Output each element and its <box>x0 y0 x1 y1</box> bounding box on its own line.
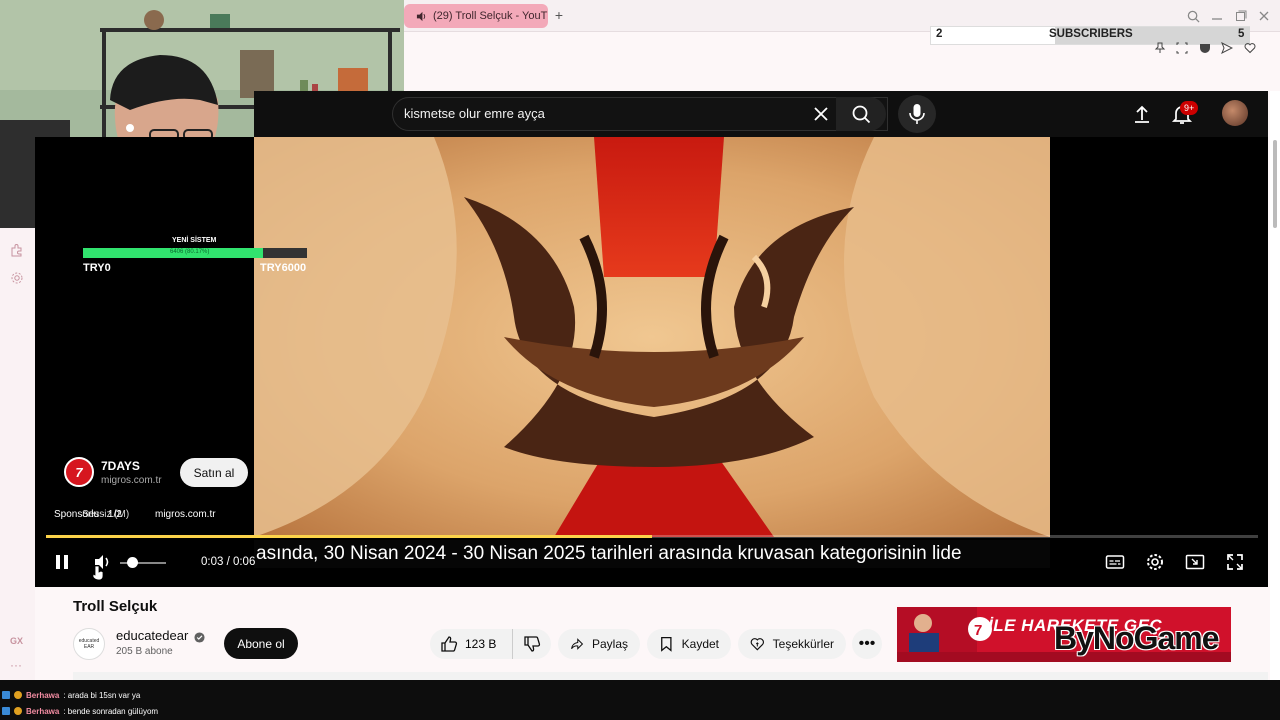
video-progress-fill <box>46 535 652 538</box>
close-window-icon[interactable] <box>1256 8 1272 24</box>
badge-icon <box>2 691 10 699</box>
like-count: 123 B <box>465 637 497 651</box>
browser-sidebar <box>0 228 35 686</box>
subscriber-goal-label: SUBSCRIBERS <box>1049 28 1133 40</box>
channel-name[interactable]: educatedear <box>116 628 188 643</box>
pause-button[interactable] <box>52 552 72 572</box>
pin-icon[interactable] <box>1153 41 1167 55</box>
heart-icon[interactable] <box>1243 41 1257 55</box>
browser-tab[interactable]: (29) Troll Selçuk - YouT <box>404 4 548 28</box>
croissant-ad-visual <box>254 137 1050 537</box>
badge-icon <box>2 707 10 715</box>
video-time: 0:03 / 0:06 <box>201 556 256 568</box>
ad-brand-logo[interactable]: 7 <box>64 457 94 487</box>
save-label: Kaydet <box>681 637 719 651</box>
chat-text: : bende sonradan gülüyom <box>63 706 159 716</box>
search-query: kismetse olur emre ayça <box>404 106 545 121</box>
thumbs-up-icon <box>441 636 458 652</box>
gx-label: GX <box>10 636 24 646</box>
ad-domain: migros.com.tr <box>101 475 162 486</box>
stream-watermark: ByNoGame <box>1054 620 1219 656</box>
settings-icon[interactable] <box>9 270 25 286</box>
badge-icon <box>14 707 22 715</box>
pause-icon <box>56 555 68 569</box>
miniplayer-icon[interactable] <box>1185 552 1205 572</box>
chat-username: Berhawa <box>26 690 60 700</box>
search-icon[interactable] <box>1185 8 1201 24</box>
subscribe-button[interactable]: Abone ol <box>224 628 298 659</box>
ad-info-domain[interactable]: migros.com.tr <box>155 509 216 520</box>
save-button[interactable]: Kaydet <box>647 629 731 659</box>
share-label: Paylaş <box>591 637 628 651</box>
subscriber-goal-current: 2 <box>936 28 943 40</box>
clear-search-icon[interactable] <box>810 103 832 125</box>
subscriber-goal-target: 5 <box>1238 28 1245 40</box>
stream-overlay-panel <box>35 228 254 587</box>
settings-gear-icon[interactable] <box>1145 552 1165 572</box>
tab-title: (29) Troll Selçuk - YouT <box>433 10 548 22</box>
voice-search-button[interactable] <box>898 95 936 133</box>
pocket-icon[interactable] <box>1198 41 1212 55</box>
more-actions-button[interactable]: ••• <box>852 629 882 659</box>
chat-message: Berhawa : bende sonradan gülüyom <box>2 704 158 718</box>
search-icon <box>852 105 871 124</box>
page-scrollbar-thumb[interactable] <box>1273 140 1277 228</box>
donation-goal-min: TRY0 <box>83 262 111 274</box>
new-tab-button[interactable]: + <box>552 7 566 23</box>
subtitles-icon[interactable] <box>1105 552 1125 572</box>
chat-text: : arada bi 15sn var ya <box>63 690 141 700</box>
screenshot-icon[interactable] <box>1175 41 1189 55</box>
mute-tooltip: Sessiz (M) <box>82 509 130 520</box>
channel-avatar[interactable]: educated EAR <box>73 628 105 660</box>
svg-text:7: 7 <box>974 622 982 639</box>
channel-subscriber-count: 205 B abone <box>116 646 173 657</box>
extensions-icon[interactable] <box>9 242 25 258</box>
below-video-row <box>73 672 1268 680</box>
super-thanks-icon <box>750 638 764 651</box>
minimize-icon[interactable] <box>1209 8 1225 24</box>
donation-goal-max: TRY6000 <box>260 262 307 274</box>
like-button[interactable]: 123 B <box>430 629 510 659</box>
share-button[interactable]: Paylaş <box>558 629 640 659</box>
badge-icon <box>14 691 22 699</box>
ad-buy-button[interactable]: Satın al <box>180 458 248 487</box>
thanks-button[interactable]: Teşekkürler <box>738 629 846 659</box>
video-frame[interactable] <box>254 137 1050 537</box>
thanks-label: Teşekkürler <box>772 637 834 651</box>
chat-username: Berhawa <box>26 706 60 716</box>
bookmark-icon <box>661 636 672 652</box>
maximize-icon[interactable] <box>1233 8 1249 24</box>
sidebar-more-icon[interactable]: ··· <box>10 658 22 672</box>
send-icon[interactable] <box>1220 41 1234 55</box>
donation-goal-progress-text: 6406 (80.17%) <box>170 249 210 255</box>
create-upload-icon[interactable] <box>1130 102 1154 126</box>
notification-count-badge: 9+ <box>1180 101 1199 115</box>
mouse-cursor-icon <box>91 564 105 582</box>
thumbs-down-icon <box>524 636 541 652</box>
subtitle-caption: asında, 30 Nisan 2024 - 30 Nisan 2025 ta… <box>254 540 1050 568</box>
video-title: Troll Selçuk <box>73 598 158 615</box>
share-icon <box>571 638 584 650</box>
search-button[interactable] <box>836 97 886 131</box>
chat-message: Berhawa : arada bi 15sn var ya <box>2 688 140 702</box>
account-avatar[interactable] <box>1222 100 1248 126</box>
donation-goal-title: YENİ SİSTEM <box>172 237 217 244</box>
verified-icon <box>194 630 205 643</box>
ad-brand-name[interactable]: 7DAYS <box>101 459 140 473</box>
dislike-button[interactable] <box>512 629 551 659</box>
stream-chat <box>0 680 1280 720</box>
speaker-icon <box>416 11 426 21</box>
microphone-icon <box>909 104 925 124</box>
volume-slider-handle[interactable] <box>127 557 138 568</box>
fullscreen-icon[interactable] <box>1225 552 1245 572</box>
